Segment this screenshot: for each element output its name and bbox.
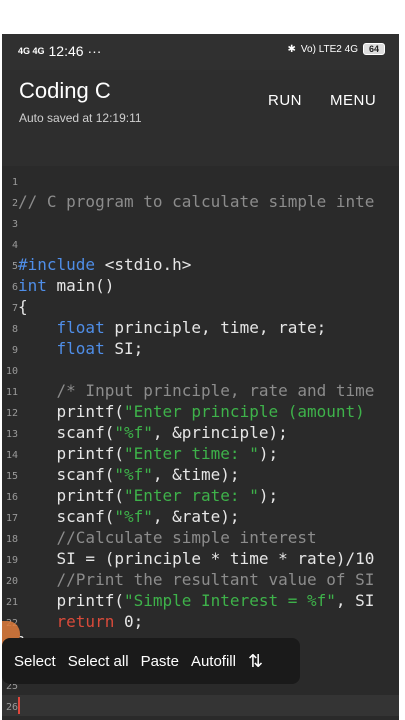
code-editor[interactable]: 1 2// C program to calculate simple inte 3…: [2, 166, 399, 720]
status-bar: 4G 4G 12:46 ··· ✱ Vo) LTE2 4G 64: [2, 34, 399, 70]
line-number: 12: [5, 408, 18, 419]
line-number: 14: [5, 450, 18, 461]
code-text: #include <stdio.h>: [18, 255, 192, 274]
text-caret: [18, 697, 20, 714]
code-text: float SI;: [56, 339, 144, 358]
code-line[interactable]: 10: [2, 359, 399, 380]
menu-button[interactable]: MENU: [330, 92, 376, 109]
code-line[interactable]: 9 float SI;: [2, 338, 399, 359]
select-button[interactable]: Select: [14, 653, 56, 670]
line-number: 18: [5, 534, 18, 545]
line-number: 19: [5, 555, 18, 566]
code-line[interactable]: 3: [2, 212, 399, 233]
line-number: 8: [11, 324, 18, 335]
line-number: 7: [11, 303, 18, 314]
run-button[interactable]: RUN: [268, 92, 302, 109]
line-number: 2: [11, 198, 18, 209]
line-number: 26: [5, 702, 18, 713]
code-text: printf("Enter principle (amount): [18, 402, 365, 421]
code-text: SI = (principle * time * rate)/10: [18, 549, 375, 568]
code-line[interactable]: 17 scanf("%f", &rate);: [2, 506, 399, 527]
line-number: 17: [5, 513, 18, 524]
text-selection-popup: Select Select all Paste Autofill ⇅: [2, 638, 300, 684]
line-number: 20: [5, 576, 18, 587]
code-line[interactable]: 13 scanf("%f", &principle);: [2, 422, 399, 443]
line-number: 16: [5, 492, 18, 503]
phone-screen: 4G 4G 12:46 ··· ✱ Vo) LTE2 4G 64 Coding …: [2, 34, 399, 720]
line-number: 1: [11, 177, 18, 188]
code-line[interactable]: 7{: [2, 296, 399, 317]
line-number: 21: [5, 597, 18, 608]
battery-indicator: 64: [362, 43, 385, 55]
code-text: return 0;: [56, 612, 144, 631]
line-number: 5: [11, 261, 18, 272]
code-line[interactable]: 16 printf("Enter rate: ");: [2, 485, 399, 506]
network-indicator: Vo) LTE2 4G: [300, 43, 358, 55]
code-line[interactable]: 4: [2, 233, 399, 254]
code-line[interactable]: 5 #include <stdio.h>: [2, 254, 399, 275]
line-number: 9: [11, 345, 18, 356]
code-line[interactable]: 18 //Calculate simple interest: [2, 527, 399, 548]
line-number: 13: [5, 429, 18, 440]
more-options-icon[interactable]: ⇅: [248, 651, 263, 672]
bluetooth-icon: ✱: [287, 43, 296, 55]
code-line[interactable]: 12 printf("Enter principle (amount): [2, 401, 399, 422]
code-line[interactable]: 22 return 0;: [2, 611, 399, 632]
code-line[interactable]: 1: [2, 170, 399, 191]
code-text: //Calculate simple interest: [56, 528, 317, 547]
code-text: // C program to calculate simple inte: [18, 192, 375, 211]
line-number: 10: [5, 366, 18, 377]
code-text: /* Input principle, rate and time: [56, 381, 375, 400]
code-text: scanf("%f", &principle);: [18, 423, 288, 442]
code-line[interactable]: 21 printf("Simple Interest = %f", SI: [2, 590, 399, 611]
code-text: float principle, time, rate;: [56, 318, 327, 337]
code-line[interactable]: 27: [2, 716, 399, 720]
code-line[interactable]: 14 printf("Enter time: ");: [2, 443, 399, 464]
code-line[interactable]: 19 SI = (principle * time * rate)/10: [2, 548, 399, 569]
select-all-button[interactable]: Select all: [68, 653, 129, 670]
code-line[interactable]: 8 float principle, time, rate;: [2, 317, 399, 338]
code-line[interactable]: 20 //Print the resultant value of SI: [2, 569, 399, 590]
code-text: printf("Enter time: ");: [18, 444, 279, 463]
code-line[interactable]: 11 /* Input principle, rate and time: [2, 380, 399, 401]
code-line[interactable]: 15 scanf("%f", &time);: [2, 464, 399, 485]
autofill-button[interactable]: Autofill: [191, 653, 236, 670]
line-number: 11: [5, 387, 18, 398]
signal-indicator: 4G 4G: [18, 45, 45, 56]
paste-button[interactable]: Paste: [141, 653, 179, 670]
code-text: printf("Enter rate: ");: [18, 486, 279, 505]
code-text: scanf("%f", &rate);: [18, 507, 240, 526]
autosave-status: Auto saved at 12:19:11: [19, 111, 142, 125]
status-time: 12:46 ···: [48, 43, 102, 59]
code-text: printf("Simple Interest = %f", SI: [18, 591, 375, 610]
line-number: 15: [5, 471, 18, 482]
app-title: Coding C: [19, 78, 111, 103]
line-number: 3: [11, 219, 18, 230]
code-text: //Print the resultant value of SI: [56, 570, 375, 589]
line-number: 6: [11, 282, 18, 293]
code-text: {: [18, 297, 28, 316]
code-line[interactable]: 2// C program to calculate simple inte: [2, 191, 399, 212]
code-line[interactable]: 6 int main(): [2, 275, 399, 296]
line-number: 4: [11, 240, 18, 251]
code-text: scanf("%f", &time);: [18, 465, 240, 484]
code-text: int main(): [18, 276, 115, 295]
code-line[interactable]: 26: [2, 695, 399, 716]
app-bar: Coding C Auto saved at 12:19:11 RUN MENU: [2, 70, 399, 166]
